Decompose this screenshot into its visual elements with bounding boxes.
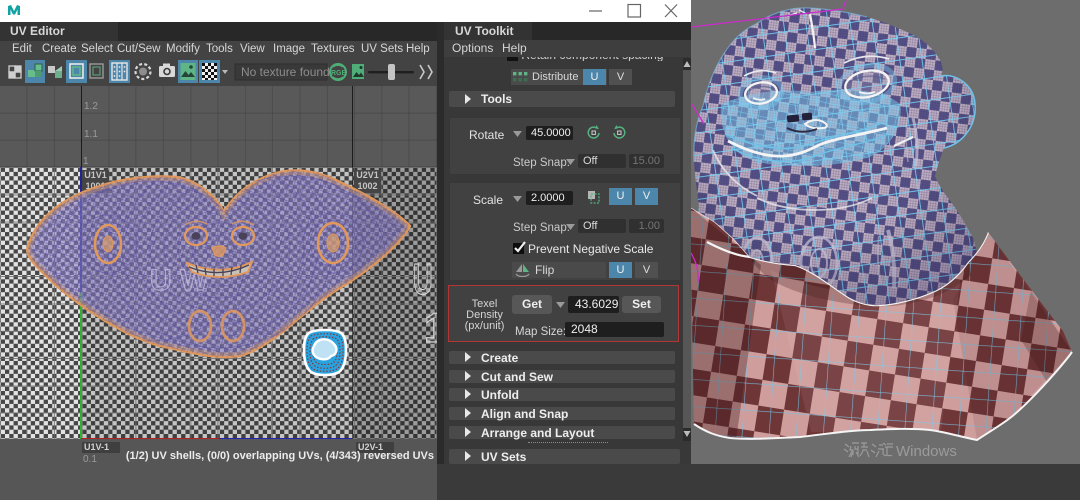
svg-text:RGB: RGB xyxy=(331,70,347,77)
svg-text:Windows: Windows xyxy=(896,443,957,460)
svg-text:No texture found: No texture found xyxy=(241,65,330,79)
